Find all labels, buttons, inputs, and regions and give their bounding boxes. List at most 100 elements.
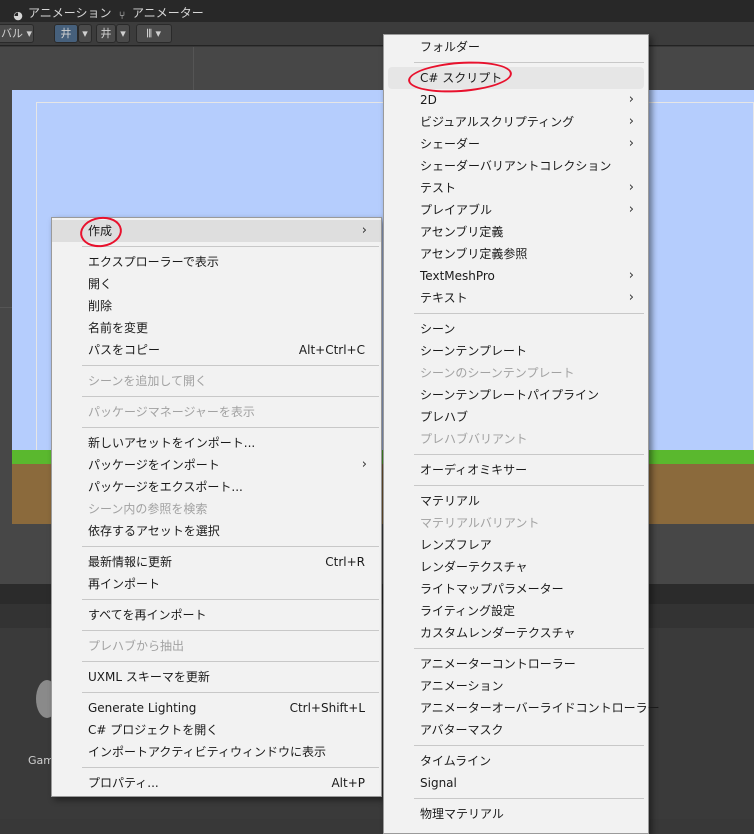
- menu-item-label: マテリアルバリアント: [420, 516, 540, 530]
- menu-item-item-18[interactable]: プレハブ: [384, 406, 648, 428]
- chevron-right-icon: ›: [628, 202, 634, 217]
- menu-separator: [82, 546, 379, 547]
- draw-mode-dropdown[interactable]: バル ▾: [0, 24, 34, 43]
- menu-item-item-23[interactable]: マテリアル: [384, 490, 648, 512]
- animation-icon: ◕: [13, 9, 23, 22]
- menu-item-2d[interactable]: 2D ›: [384, 89, 648, 111]
- menu-item-item-2[interactable]: エクスプローラーで表示: [52, 251, 381, 273]
- menu-item-label: 名前を変更: [88, 321, 149, 335]
- menu-item-label: ライティング設定: [420, 604, 516, 618]
- snap-toggle-button[interactable]: 井: [96, 24, 116, 43]
- chevron-right-icon: ›: [628, 290, 634, 305]
- grid-dropdown-button[interactable]: ▾: [78, 24, 92, 43]
- menu-item-item-16[interactable]: 依存するアセットを選択: [52, 520, 381, 542]
- menu-item-label: シーンテンプレート: [420, 344, 528, 358]
- menu-item-item-0[interactable]: フォルダー: [384, 36, 648, 58]
- menu-item-c[interactable]: C# スクリプト: [388, 67, 644, 89]
- chevron-down-icon: ▾: [155, 27, 161, 40]
- menu-item-item-27[interactable]: ライトマップパラメーター: [384, 578, 648, 600]
- menu-item-label: パッケージをインポート: [88, 458, 220, 472]
- menu-separator: [82, 630, 379, 631]
- menu-item-label: シーンを追加して開く: [88, 374, 208, 388]
- menu-item-item-25[interactable]: レンズフレア: [384, 534, 648, 556]
- menu-item-label: テスト: [420, 181, 457, 195]
- menu-item-item-18[interactable]: 最新情報に更新 Ctrl+R: [52, 551, 381, 573]
- menu-item-item-14[interactable]: パッケージをエクスポート...: [52, 476, 381, 498]
- menu-item-generate-lighting[interactable]: Generate Lighting Ctrl+Shift+L: [52, 697, 381, 719]
- menu-item-signal[interactable]: Signal: [384, 772, 648, 794]
- snap-dropdown-button[interactable]: ▾: [116, 24, 130, 43]
- menu-item-label: アニメーターコントローラー: [420, 657, 576, 671]
- menu-item-label: 物理マテリアル: [420, 807, 504, 821]
- menu-item-item-6[interactable]: シェーダーバリアントコレクション: [384, 155, 648, 177]
- menu-item-item-5[interactable]: 名前を変更: [52, 317, 381, 339]
- menu-separator: [414, 798, 644, 799]
- menu-item-item-8[interactable]: プレイアブル ›: [384, 199, 648, 221]
- menu-item-item-19[interactable]: 再インポート: [52, 573, 381, 595]
- tab-animator[interactable]: ⑂ アニメーター: [116, 4, 204, 22]
- menu-item-item-34[interactable]: アバターマスク: [384, 719, 648, 741]
- menu-item-item-29[interactable]: インポートアクティビティウィンドウに表示: [52, 741, 381, 763]
- menu-item-item-33[interactable]: アニメーターオーバーライドコントローラー: [384, 697, 660, 719]
- menu-item-item-16: シーンのシーンテンプレート: [384, 362, 648, 384]
- menu-item-c[interactable]: C# プロジェクトを開く: [52, 719, 381, 741]
- grid-icon: 井: [60, 27, 72, 40]
- menu-item-item-17[interactable]: シーンテンプレートパイプライン: [384, 384, 648, 406]
- menu-item-item-6[interactable]: パスをコピー Alt+Ctrl+C: [52, 339, 381, 361]
- menu-item-item-31[interactable]: アニメーターコントローラー: [384, 653, 648, 675]
- menu-item-label: プレハブから抽出: [88, 639, 185, 653]
- snap-grid-icon: 井: [100, 27, 112, 40]
- menu-item-item-4[interactable]: 削除: [52, 295, 381, 317]
- menu-item-item-23: プレハブから抽出: [52, 635, 381, 657]
- menu-item-item-7[interactable]: テスト ›: [384, 177, 648, 199]
- menu-item-item-15[interactable]: シーンテンプレート: [384, 340, 648, 362]
- ruler-icon: 𝄃𝄃: [147, 27, 152, 40]
- menu-separator: [414, 648, 644, 649]
- menu-item-item-0[interactable]: 作成 ›: [52, 220, 381, 242]
- shortcut-label: Alt+P: [331, 776, 365, 790]
- chevron-right-icon: ›: [361, 457, 367, 472]
- menu-item-item-36[interactable]: タイムライン: [384, 750, 648, 772]
- menu-item-item-13[interactable]: パッケージをインポート ›: [52, 454, 381, 476]
- menu-item-item-26[interactable]: レンダーテクスチャ: [384, 556, 648, 578]
- menu-item-label: アニメーション: [420, 679, 504, 693]
- menu-item-label: プレハブ: [420, 410, 469, 424]
- chevron-down-icon: ▾: [120, 27, 126, 40]
- tab-animation[interactable]: ◕ アニメーション: [12, 4, 111, 22]
- menu-separator: [82, 767, 379, 768]
- menu-item-label: UXML スキーマを更新: [88, 670, 210, 684]
- menu-item-item-10[interactable]: アセンブリ定義参照: [384, 243, 648, 265]
- menu-separator: [414, 745, 644, 746]
- menu-item-label: アセンブリ定義参照: [420, 247, 528, 261]
- menu-item-uxml[interactable]: UXML スキーマを更新: [52, 666, 381, 688]
- menu-item-item-3[interactable]: 開く: [52, 273, 381, 295]
- increment-snap-button[interactable]: 𝄃𝄃 ▾: [136, 24, 172, 43]
- menu-item-item-5[interactable]: シェーダー ›: [384, 133, 648, 155]
- grid-toggle-button[interactable]: 井: [54, 24, 78, 43]
- chevron-right-icon: ›: [628, 268, 634, 283]
- menu-item-item-12[interactable]: テキスト ›: [384, 287, 648, 309]
- menu-item-label: 新しいアセットをインポート...: [88, 436, 256, 450]
- menu-item-textmeshpro[interactable]: TextMeshPro ›: [384, 265, 648, 287]
- menu-item-item-9[interactable]: アセンブリ定義: [384, 221, 648, 243]
- menu-item-item-21[interactable]: すべてを再インポート: [52, 604, 381, 626]
- menu-item-label: シーン: [420, 322, 456, 336]
- menu-item-label: マテリアル: [420, 494, 480, 508]
- menu-item-item-14[interactable]: シーン: [384, 318, 648, 340]
- menu-item-item-4[interactable]: ビジュアルスクリプティング ›: [384, 111, 648, 133]
- menu-item-item-8: シーンを追加して開く: [52, 370, 381, 392]
- menu-item-item-28[interactable]: ライティング設定: [384, 600, 648, 622]
- menu-item-item-12[interactable]: 新しいアセットをインポート...: [52, 432, 381, 454]
- menu-item-label: 再インポート: [88, 577, 161, 591]
- menu-item-item-32[interactable]: アニメーション: [384, 675, 648, 697]
- menu-item-item-29[interactable]: カスタムレンダーテクスチャ: [384, 622, 648, 644]
- menu-item-label: タイムライン: [420, 754, 492, 768]
- menu-item-label: C# プロジェクトを開く: [88, 723, 219, 737]
- menu-item-item-31[interactable]: プロパティ... Alt+P: [52, 772, 381, 794]
- menu-item-item-21[interactable]: オーディオミキサー: [384, 459, 648, 481]
- menu-item-label: パッケージをエクスポート...: [88, 480, 243, 494]
- menu-item-item-39[interactable]: 物理マテリアル: [384, 803, 648, 825]
- menu-item-label: プレイアブル: [420, 203, 493, 217]
- menu-item-label: テキスト: [420, 291, 468, 305]
- menu-item-label: レンズフレア: [420, 538, 492, 552]
